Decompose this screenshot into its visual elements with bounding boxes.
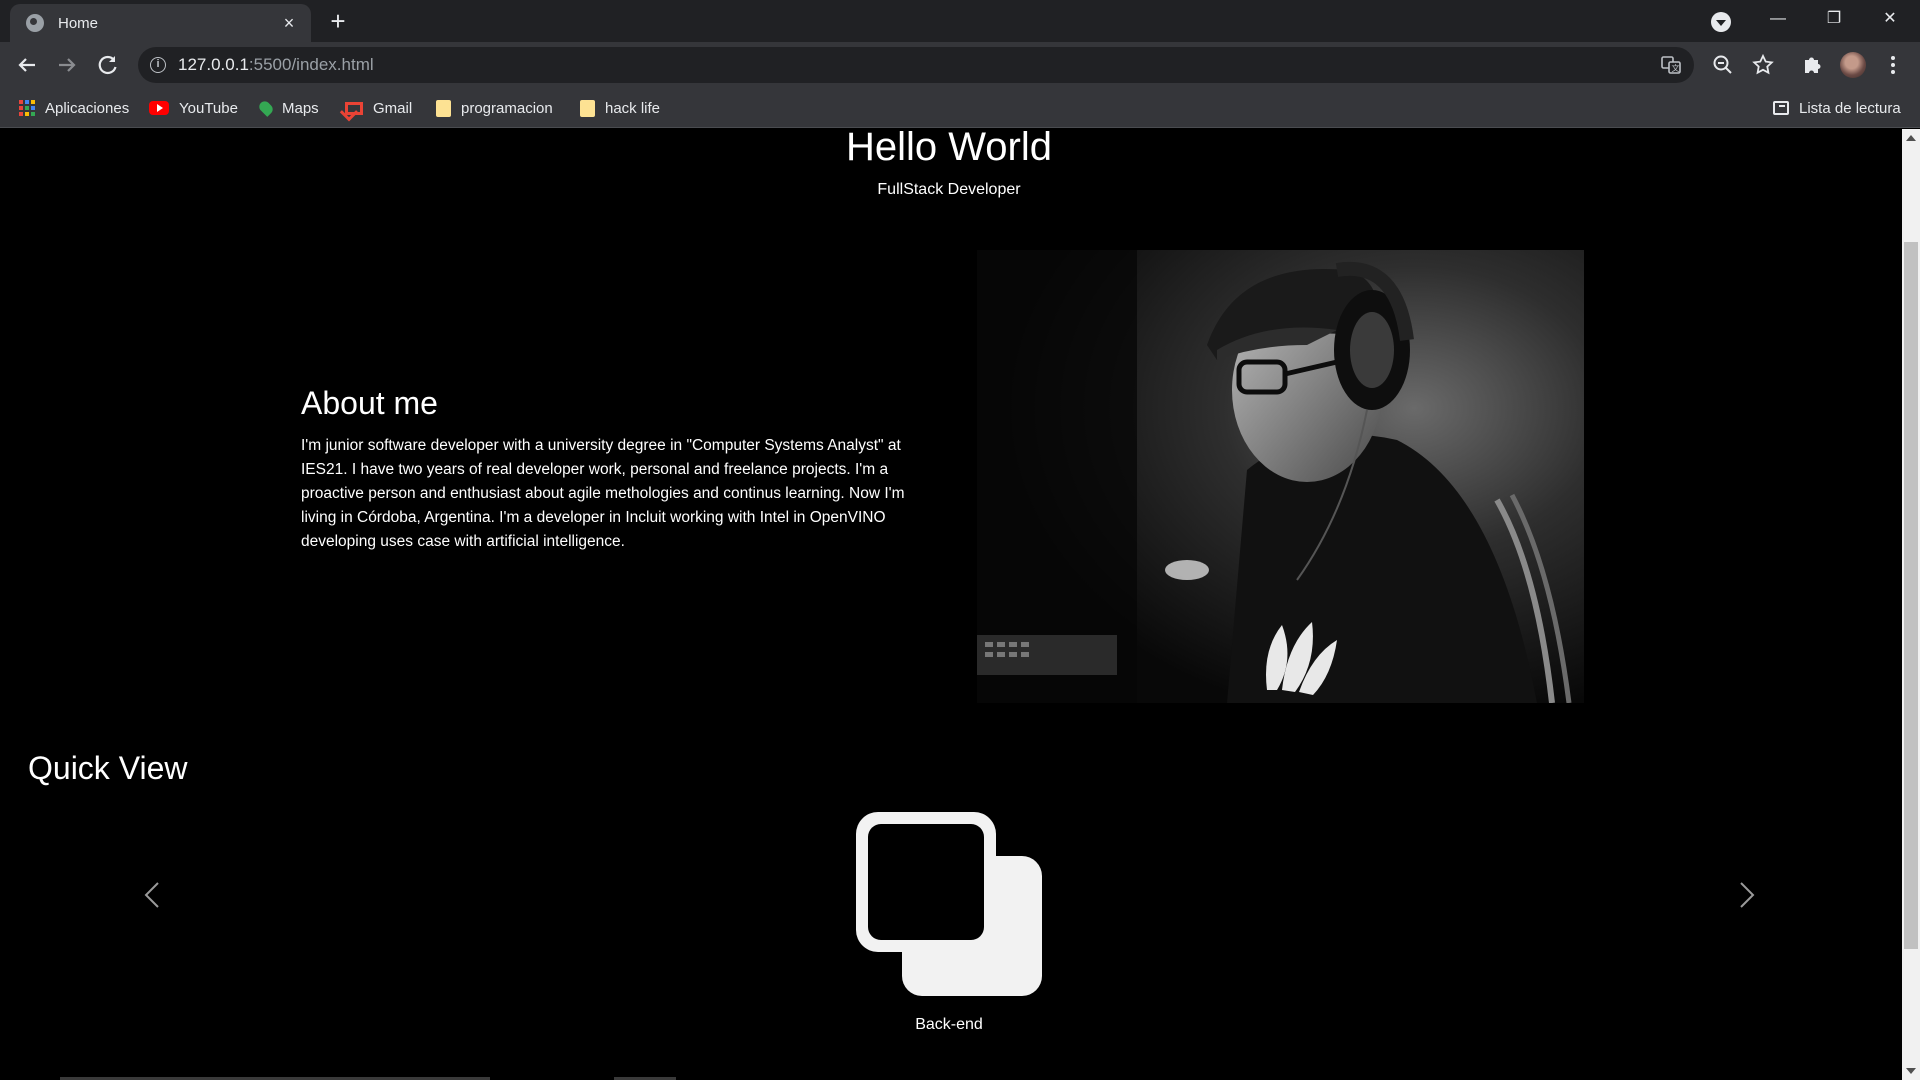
close-window-button[interactable]: ✕ — [1862, 0, 1918, 38]
stacked-squares-icon — [856, 812, 1043, 999]
bookmark-maps[interactable]: Maps — [257, 88, 319, 128]
carousel-prev-chevron-icon[interactable] — [138, 880, 168, 910]
bookmark-star-icon[interactable] — [1749, 51, 1777, 79]
translate-icon[interactable]: 文 — [1660, 54, 1682, 76]
tab-title: Home — [58, 14, 99, 32]
gmail-icon — [345, 101, 363, 115]
globe-icon — [26, 14, 44, 32]
page-scrollbar[interactable] — [1902, 129, 1920, 1080]
bookmark-programacion[interactable]: programacion — [436, 88, 553, 128]
minimize-button[interactable]: — — [1750, 0, 1806, 38]
url-text[interactable]: 127.0.0.1:5500/index.html — [178, 55, 374, 75]
quick-view-title: Quick View — [28, 750, 188, 786]
bookmark-gmail[interactable]: Gmail — [345, 88, 412, 128]
apps-icon — [19, 100, 35, 116]
browser-title-bar: Home × + — ❐ ✕ — [0, 0, 1920, 42]
carousel-slide-label: Back-end — [915, 1016, 983, 1033]
extensions-puzzle-icon[interactable] — [1798, 51, 1826, 79]
reading-list-label: Lista de lectura — [1799, 99, 1901, 117]
maps-icon — [257, 99, 275, 117]
folder-icon — [580, 99, 595, 117]
bookmark-label: programacion — [461, 99, 553, 117]
menu-kebab-icon[interactable] — [1879, 51, 1907, 79]
back-arrow-icon[interactable] — [13, 51, 41, 79]
profile-photo — [977, 250, 1584, 703]
browser-toolbar: i 127.0.0.1:5500/index.html 文 — [0, 42, 1920, 88]
scroll-down-arrow-icon[interactable] — [1906, 1068, 1916, 1074]
browser-tab-active[interactable]: Home × — [10, 4, 311, 42]
page-viewport: Hello World FullStack Developer About me… — [0, 129, 1902, 1080]
profile-avatar[interactable] — [1840, 52, 1866, 78]
reading-list-button[interactable]: Lista de lectura — [1773, 88, 1901, 128]
bookmark-label: YouTube — [179, 99, 238, 117]
bookmark-label: Aplicaciones — [45, 99, 130, 117]
site-info-icon[interactable]: i — [150, 57, 166, 73]
address-bar[interactable]: i 127.0.0.1:5500/index.html 文 — [138, 47, 1694, 83]
bookmark-youtube[interactable]: YouTube — [149, 88, 238, 128]
youtube-icon — [149, 101, 169, 115]
tab-search-icon[interactable] — [1711, 12, 1731, 32]
tab-close-icon[interactable]: × — [279, 13, 299, 33]
reading-list-icon — [1773, 101, 1789, 115]
zoom-icon[interactable] — [1709, 51, 1737, 79]
reload-icon[interactable] — [94, 51, 122, 79]
bookmark-label: Maps — [282, 99, 319, 117]
hero-title: Hello World — [846, 129, 1052, 169]
bookmarks-bar: Aplicaciones YouTube Maps Gmail programa… — [0, 88, 1920, 128]
new-tab-button[interactable]: + — [324, 8, 352, 36]
svg-text:文: 文 — [1672, 63, 1680, 73]
bookmark-label: Gmail — [373, 99, 413, 117]
restore-button[interactable]: ❐ — [1806, 0, 1862, 38]
forward-arrow-icon[interactable] — [53, 51, 81, 79]
carousel-next-chevron-icon[interactable] — [1731, 880, 1761, 910]
scroll-up-arrow-icon[interactable] — [1906, 135, 1916, 141]
scroll-thumb[interactable] — [1904, 242, 1918, 949]
bookmark-label: hack life — [605, 99, 661, 117]
url-path: :5500/index.html — [248, 55, 374, 74]
bookmark-hack-life[interactable]: hack life — [580, 88, 660, 128]
about-title: About me — [301, 385, 438, 421]
about-text: I'm junior software developer with a uni… — [301, 437, 905, 550]
hero-subtitle: FullStack Developer — [877, 181, 1021, 198]
url-host: 127.0.0.1 — [178, 55, 249, 74]
folder-icon — [436, 99, 451, 117]
bookmark-aplicaciones[interactable]: Aplicaciones — [19, 88, 129, 128]
